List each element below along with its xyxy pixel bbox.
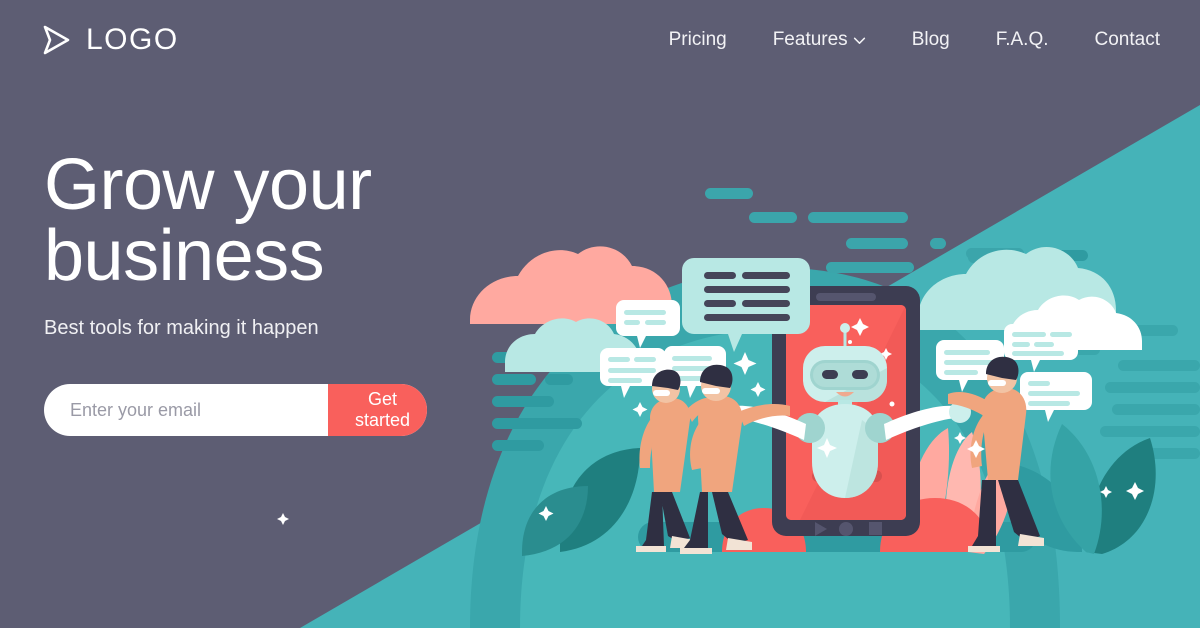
headline-line-1: Grow your <box>44 145 372 225</box>
robot-eye-right <box>852 370 868 379</box>
email-input[interactable] <box>44 384 328 437</box>
hero-section: Grow your business Best tools for making… <box>44 149 514 437</box>
nav-label-pricing: Pricing <box>668 29 727 50</box>
landing-page: LOGO Pricing Features Blog F.A.Q. Contac… <box>0 0 1200 628</box>
nav-item-pricing[interactable]: Pricing <box>669 29 727 51</box>
phone-speaker <box>816 293 876 301</box>
hero-subheadline: Best tools for making it happen <box>44 317 319 340</box>
logo-text: LOGO <box>86 23 179 56</box>
site-header: LOGO Pricing Features Blog F.A.Q. Contac… <box>0 0 1200 80</box>
nav-label-faq: F.A.Q. <box>995 29 1049 50</box>
send-arrow-icon <box>43 25 70 55</box>
robot-eye-left <box>822 370 838 379</box>
nav-item-features[interactable]: Features <box>773 29 866 51</box>
nav-item-faq[interactable]: F.A.Q. <box>996 29 1049 51</box>
nav-label-contact: Contact <box>1094 29 1160 50</box>
main-navigation: Pricing Features Blog F.A.Q. Contact <box>669 29 1160 51</box>
get-started-button[interactable]: Get started <box>328 384 427 437</box>
page-title: Grow your business <box>44 149 514 292</box>
headline-line-2: business <box>44 215 325 296</box>
signup-form: Get started <box>44 384 427 437</box>
nav-item-blog[interactable]: Blog <box>912 29 950 51</box>
logo[interactable]: LOGO <box>40 23 179 57</box>
chevron-down-icon <box>853 37 865 44</box>
nav-label-blog: Blog <box>911 29 950 50</box>
record-icon <box>839 522 853 536</box>
nav-item-contact[interactable]: Contact <box>1095 29 1160 51</box>
nav-label-features: Features <box>772 29 848 50</box>
stop-icon <box>869 522 882 535</box>
